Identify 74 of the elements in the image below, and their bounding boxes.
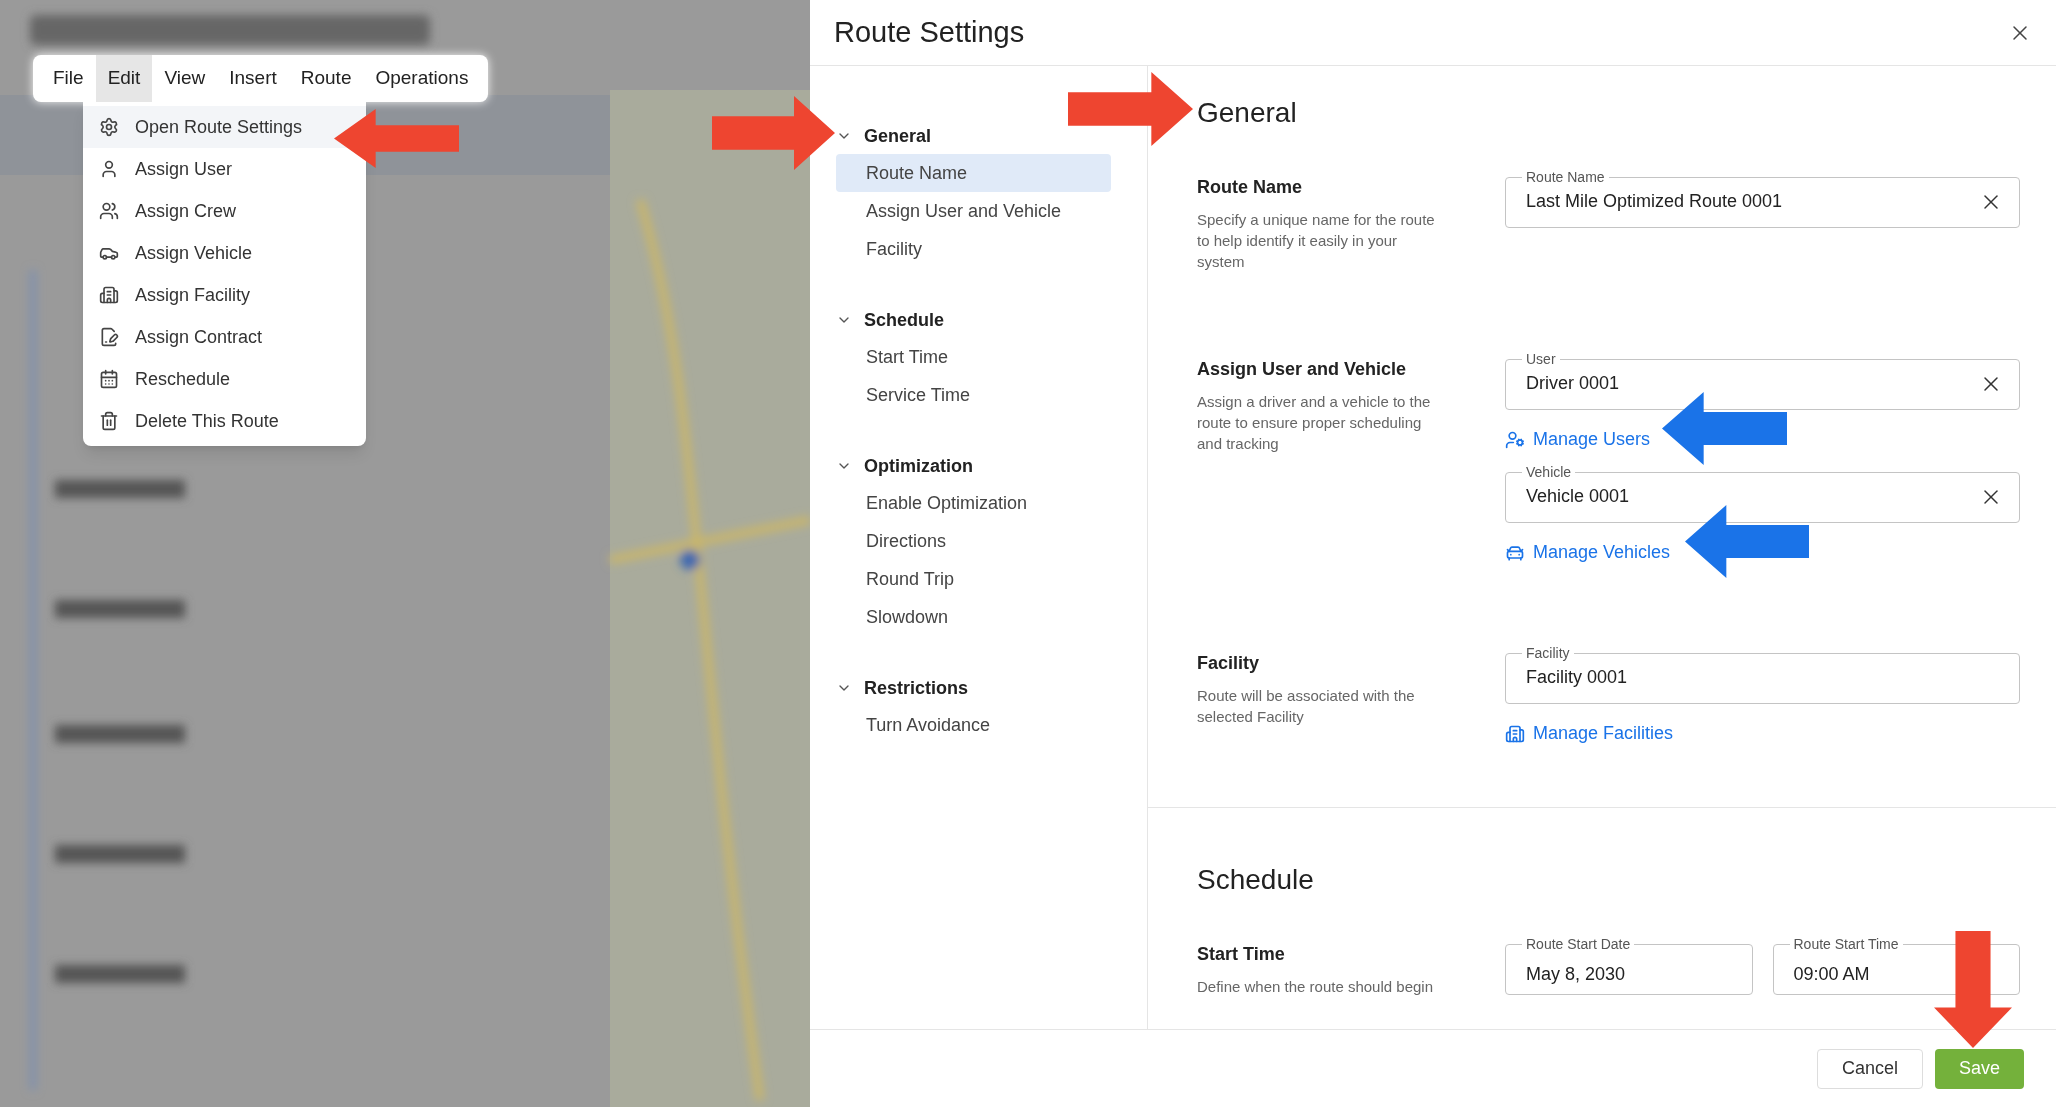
manage-link[interactable]: Manage Users — [1505, 426, 1651, 453]
menu-item-label: Reschedule — [135, 367, 231, 391]
field-label: Vehicle — [1525, 463, 1573, 481]
manage-link[interactable]: Manage Vehicles — [1505, 539, 1671, 566]
settings-icon — [99, 117, 119, 137]
menu-tab[interactable]: Insert — [217, 55, 289, 102]
cancel-button[interactable]: Cancel — [1816, 1048, 1923, 1089]
menu-item-label: Assign Contract — [135, 325, 263, 349]
field-value: Last Mile Optimized Route 0001 — [1526, 190, 1784, 213]
menu-tab[interactable]: View — [152, 55, 218, 102]
menu-item[interactable]: Open Route Settings — [83, 106, 366, 148]
building-icon — [1505, 723, 1525, 744]
menu-item[interactable]: Assign Facility — [83, 274, 366, 316]
setting-description: Route will be associated with the selected Facility — [1197, 686, 1416, 727]
menu-item[interactable]: Assign User — [83, 148, 366, 190]
document-pen-icon — [99, 327, 119, 347]
menu-item[interactable]: Reschedule — [83, 358, 366, 400]
input-field[interactable]: Vehicle Vehicle 0001 — [1505, 463, 2020, 523]
nav-group-title[interactable]: Schedule — [864, 306, 945, 334]
menu-item[interactable]: Assign Vehicle — [83, 232, 366, 274]
manage-link[interactable]: Manage Facilities — [1505, 720, 1674, 747]
menu-item-label: Delete This Route — [135, 409, 279, 433]
menu-item-label: Assign Crew — [135, 199, 237, 223]
section-heading: Schedule — [1197, 863, 1315, 897]
dialog-title: Route Settings — [834, 14, 1025, 50]
nav-group-title[interactable]: Restrictions — [864, 674, 969, 702]
menu-item[interactable]: Assign Crew — [83, 190, 366, 232]
user-gear-icon — [1505, 429, 1525, 450]
building-icon — [99, 285, 119, 305]
menu-item-label: Open Route Settings — [135, 115, 303, 139]
field-value: Driver 0001 — [1526, 372, 1621, 395]
menu-item[interactable]: Assign Contract — [83, 316, 366, 358]
menu-item-label: Assign User — [135, 157, 233, 181]
field-label: Facility — [1525, 644, 1571, 662]
field-label: Route Name — [1525, 168, 1606, 186]
menu-tab[interactable]: Operations — [363, 55, 481, 102]
menu-tab[interactable]: Route — [288, 55, 364, 102]
nav-item[interactable]: Round Trip — [836, 560, 1111, 598]
setting-description: Assign a driver and a vehicle to the route to ensure proper scheduling and tracking — [1197, 392, 1432, 454]
section-heading: General — [1197, 96, 1298, 130]
field-label: Route Start Time — [1792, 935, 1900, 953]
calendar-icon — [99, 369, 119, 389]
menu-tab[interactable]: File — [41, 55, 96, 102]
field-value: 09:00 AM — [1793, 963, 1871, 986]
field-value: Vehicle 0001 — [1526, 485, 1631, 508]
trash-icon — [99, 411, 119, 431]
nav-item[interactable]: Assign User and Vehicle — [836, 192, 1111, 230]
menu-item[interactable]: Delete This Route — [83, 400, 366, 442]
nav-item[interactable]: Directions — [836, 522, 1111, 560]
setting-description: Specify a unique name for the route to help identify it easily in your system — [1197, 210, 1436, 272]
nav-group-title[interactable]: Optimization — [864, 452, 973, 480]
group-icon — [99, 201, 119, 221]
field-label: Route Start Date — [1525, 935, 1632, 953]
menu-item-label: Assign Vehicle — [135, 241, 253, 265]
nav-item[interactable]: Facility — [836, 230, 1111, 268]
nav-item[interactable]: Slowdown — [836, 598, 1111, 636]
menu-item-label: Assign Facility — [135, 283, 251, 307]
nav-item[interactable]: Service Time — [836, 376, 1111, 414]
setting-description: Define when the route should begin — [1197, 977, 1434, 997]
nav-item[interactable]: Turn Avoidance — [836, 706, 1111, 744]
setting-title: Route Name — [1197, 176, 1304, 199]
nav-item[interactable]: Enable Optimization — [836, 484, 1111, 522]
nav-group-title[interactable]: General — [864, 122, 932, 150]
menu-tab[interactable]: Edit — [95, 55, 153, 102]
person-icon — [99, 159, 119, 179]
setting-title: Start Time — [1197, 943, 1286, 966]
setting-title: Assign User and Vehicle — [1197, 358, 1408, 381]
setting-title: Facility — [1197, 652, 1261, 675]
field-label: User — [1525, 350, 1557, 368]
field-value: Facility 0001 — [1526, 666, 1629, 689]
input-field[interactable]: Facility Facility 0001 — [1505, 644, 2020, 704]
field-value: May 8, 2030 — [1526, 963, 1627, 986]
nav-item[interactable]: Start Time — [836, 338, 1111, 376]
nav-item[interactable]: Route Name — [836, 154, 1111, 192]
